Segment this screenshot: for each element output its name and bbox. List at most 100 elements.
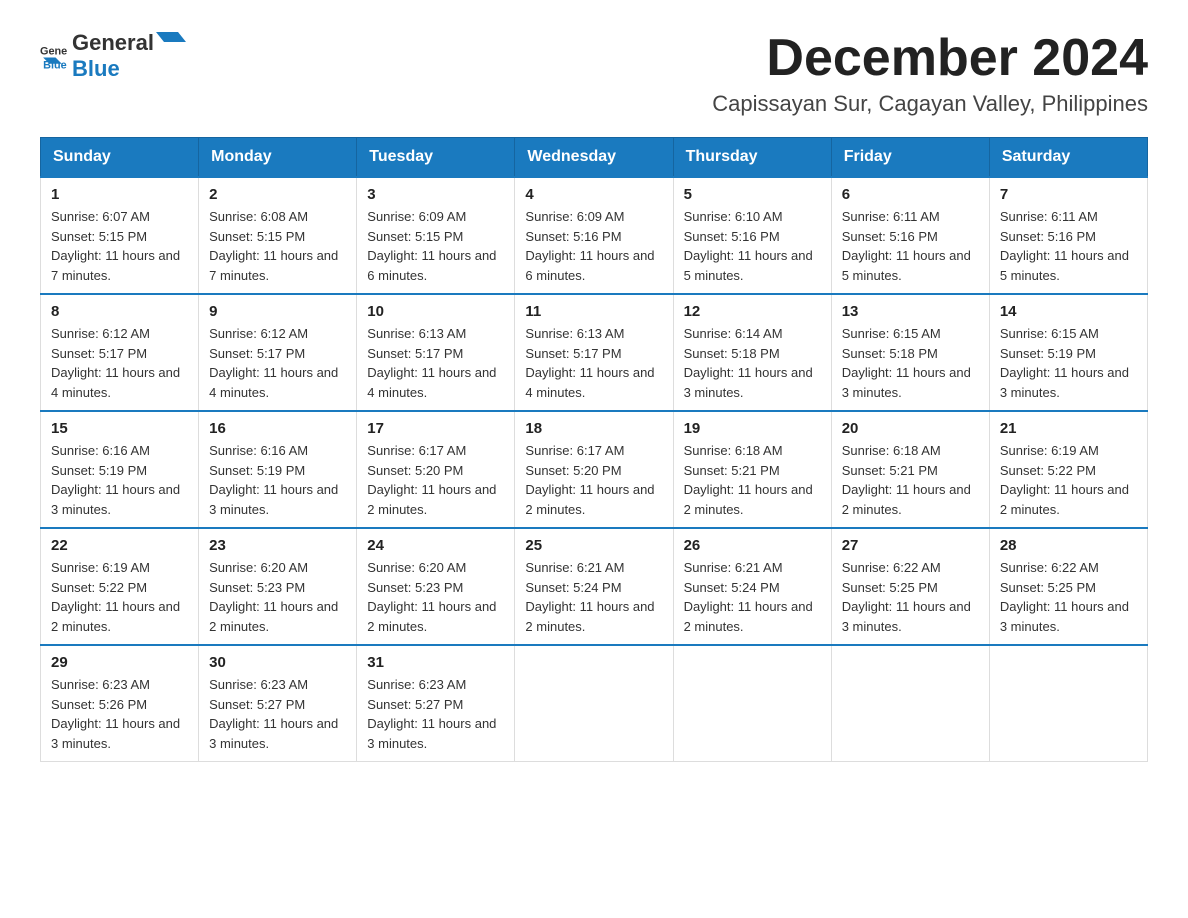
location-subtitle: Capissayan Sur, Cagayan Valley, Philippi…	[712, 91, 1148, 117]
day-number: 14	[1000, 303, 1137, 320]
day-number: 31	[367, 654, 504, 671]
sunset-label: Sunset: 5:15 PM	[367, 229, 463, 244]
day-number: 18	[525, 420, 662, 437]
daylight-label: Daylight: 11 hours and 7 minutes.	[209, 248, 338, 283]
sunrise-label: Sunrise: 6:23 AM	[209, 677, 308, 692]
daylight-label: Daylight: 11 hours and 5 minutes.	[1000, 248, 1129, 283]
sunrise-label: Sunrise: 6:23 AM	[51, 677, 150, 692]
day-info: Sunrise: 6:16 AM Sunset: 5:19 PM Dayligh…	[51, 441, 188, 519]
table-row: 10 Sunrise: 6:13 AM Sunset: 5:17 PM Dayl…	[357, 294, 515, 411]
sunrise-label: Sunrise: 6:15 AM	[842, 326, 941, 341]
table-row: 21 Sunrise: 6:19 AM Sunset: 5:22 PM Dayl…	[989, 411, 1147, 528]
col-friday: Friday	[831, 138, 989, 178]
svg-text:General: General	[40, 45, 68, 57]
daylight-label: Daylight: 11 hours and 3 minutes.	[684, 365, 813, 400]
sunset-label: Sunset: 5:17 PM	[367, 346, 463, 361]
day-number: 9	[209, 303, 346, 320]
day-number: 3	[367, 186, 504, 203]
sunrise-label: Sunrise: 6:11 AM	[1000, 209, 1098, 224]
day-number: 6	[842, 186, 979, 203]
table-row: 4 Sunrise: 6:09 AM Sunset: 5:16 PM Dayli…	[515, 177, 673, 294]
table-row: 20 Sunrise: 6:18 AM Sunset: 5:21 PM Dayl…	[831, 411, 989, 528]
sunset-label: Sunset: 5:15 PM	[209, 229, 305, 244]
table-row: 16 Sunrise: 6:16 AM Sunset: 5:19 PM Dayl…	[199, 411, 357, 528]
sunset-label: Sunset: 5:17 PM	[209, 346, 305, 361]
sunset-label: Sunset: 5:15 PM	[51, 229, 147, 244]
sunrise-label: Sunrise: 6:07 AM	[51, 209, 150, 224]
daylight-label: Daylight: 11 hours and 5 minutes.	[842, 248, 971, 283]
daylight-label: Daylight: 11 hours and 3 minutes.	[51, 716, 180, 751]
day-info: Sunrise: 6:10 AM Sunset: 5:16 PM Dayligh…	[684, 207, 821, 285]
daylight-label: Daylight: 11 hours and 2 minutes.	[525, 599, 654, 634]
week-row-1: 1 Sunrise: 6:07 AM Sunset: 5:15 PM Dayli…	[41, 177, 1148, 294]
table-row: 17 Sunrise: 6:17 AM Sunset: 5:20 PM Dayl…	[357, 411, 515, 528]
sunset-label: Sunset: 5:27 PM	[209, 697, 305, 712]
sunset-label: Sunset: 5:20 PM	[525, 463, 621, 478]
sunset-label: Sunset: 5:26 PM	[51, 697, 147, 712]
day-number: 30	[209, 654, 346, 671]
day-number: 15	[51, 420, 188, 437]
sunrise-label: Sunrise: 6:16 AM	[209, 443, 308, 458]
day-number: 17	[367, 420, 504, 437]
daylight-label: Daylight: 11 hours and 2 minutes.	[684, 482, 813, 517]
sunrise-label: Sunrise: 6:13 AM	[525, 326, 624, 341]
col-saturday: Saturday	[989, 138, 1147, 178]
daylight-label: Daylight: 11 hours and 2 minutes.	[51, 599, 180, 634]
daylight-label: Daylight: 11 hours and 3 minutes.	[842, 365, 971, 400]
logo-blue-text: Blue	[72, 56, 120, 81]
sunset-label: Sunset: 5:21 PM	[684, 463, 780, 478]
daylight-label: Daylight: 11 hours and 2 minutes.	[525, 482, 654, 517]
sunrise-label: Sunrise: 6:13 AM	[367, 326, 466, 341]
daylight-label: Daylight: 11 hours and 2 minutes.	[684, 599, 813, 634]
day-number: 7	[1000, 186, 1137, 203]
table-row: 11 Sunrise: 6:13 AM Sunset: 5:17 PM Dayl…	[515, 294, 673, 411]
table-row: 3 Sunrise: 6:09 AM Sunset: 5:15 PM Dayli…	[357, 177, 515, 294]
daylight-label: Daylight: 11 hours and 3 minutes.	[1000, 365, 1129, 400]
daylight-label: Daylight: 11 hours and 6 minutes.	[525, 248, 654, 283]
day-info: Sunrise: 6:21 AM Sunset: 5:24 PM Dayligh…	[525, 558, 662, 636]
daylight-label: Daylight: 11 hours and 3 minutes.	[209, 482, 338, 517]
sunrise-label: Sunrise: 6:09 AM	[367, 209, 466, 224]
table-row: 28 Sunrise: 6:22 AM Sunset: 5:25 PM Dayl…	[989, 528, 1147, 645]
sunset-label: Sunset: 5:22 PM	[1000, 463, 1096, 478]
daylight-label: Daylight: 11 hours and 3 minutes.	[1000, 599, 1129, 634]
day-info: Sunrise: 6:23 AM Sunset: 5:27 PM Dayligh…	[209, 675, 346, 753]
day-info: Sunrise: 6:14 AM Sunset: 5:18 PM Dayligh…	[684, 324, 821, 402]
day-number: 2	[209, 186, 346, 203]
day-number: 19	[684, 420, 821, 437]
daylight-label: Daylight: 11 hours and 3 minutes.	[842, 599, 971, 634]
daylight-label: Daylight: 11 hours and 3 minutes.	[209, 716, 338, 751]
daylight-label: Daylight: 11 hours and 2 minutes.	[367, 482, 496, 517]
logo-general-text: General	[72, 30, 154, 56]
day-number: 22	[51, 537, 188, 554]
day-info: Sunrise: 6:07 AM Sunset: 5:15 PM Dayligh…	[51, 207, 188, 285]
sunset-label: Sunset: 5:16 PM	[842, 229, 938, 244]
svg-text:Blue: Blue	[43, 59, 67, 70]
sunrise-label: Sunrise: 6:12 AM	[51, 326, 150, 341]
sunrise-label: Sunrise: 6:19 AM	[1000, 443, 1099, 458]
table-row: 22 Sunrise: 6:19 AM Sunset: 5:22 PM Dayl…	[41, 528, 199, 645]
table-row: 27 Sunrise: 6:22 AM Sunset: 5:25 PM Dayl…	[831, 528, 989, 645]
title-area: December 2024 Capissayan Sur, Cagayan Va…	[712, 30, 1148, 117]
week-row-4: 22 Sunrise: 6:19 AM Sunset: 5:22 PM Dayl…	[41, 528, 1148, 645]
day-info: Sunrise: 6:15 AM Sunset: 5:19 PM Dayligh…	[1000, 324, 1137, 402]
sunrise-label: Sunrise: 6:20 AM	[209, 560, 308, 575]
day-info: Sunrise: 6:09 AM Sunset: 5:16 PM Dayligh…	[525, 207, 662, 285]
sunrise-label: Sunrise: 6:18 AM	[842, 443, 941, 458]
day-number: 13	[842, 303, 979, 320]
sunrise-label: Sunrise: 6:17 AM	[525, 443, 624, 458]
day-number: 4	[525, 186, 662, 203]
day-number: 5	[684, 186, 821, 203]
day-info: Sunrise: 6:23 AM Sunset: 5:27 PM Dayligh…	[367, 675, 504, 753]
table-row: 18 Sunrise: 6:17 AM Sunset: 5:20 PM Dayl…	[515, 411, 673, 528]
daylight-label: Daylight: 11 hours and 4 minutes.	[367, 365, 496, 400]
daylight-label: Daylight: 11 hours and 2 minutes.	[209, 599, 338, 634]
table-row: 30 Sunrise: 6:23 AM Sunset: 5:27 PM Dayl…	[199, 645, 357, 762]
sunrise-label: Sunrise: 6:11 AM	[842, 209, 940, 224]
logo-triangle-icon	[156, 32, 186, 54]
week-row-5: 29 Sunrise: 6:23 AM Sunset: 5:26 PM Dayl…	[41, 645, 1148, 762]
day-info: Sunrise: 6:08 AM Sunset: 5:15 PM Dayligh…	[209, 207, 346, 285]
daylight-label: Daylight: 11 hours and 2 minutes.	[842, 482, 971, 517]
sunset-label: Sunset: 5:19 PM	[51, 463, 147, 478]
day-number: 16	[209, 420, 346, 437]
